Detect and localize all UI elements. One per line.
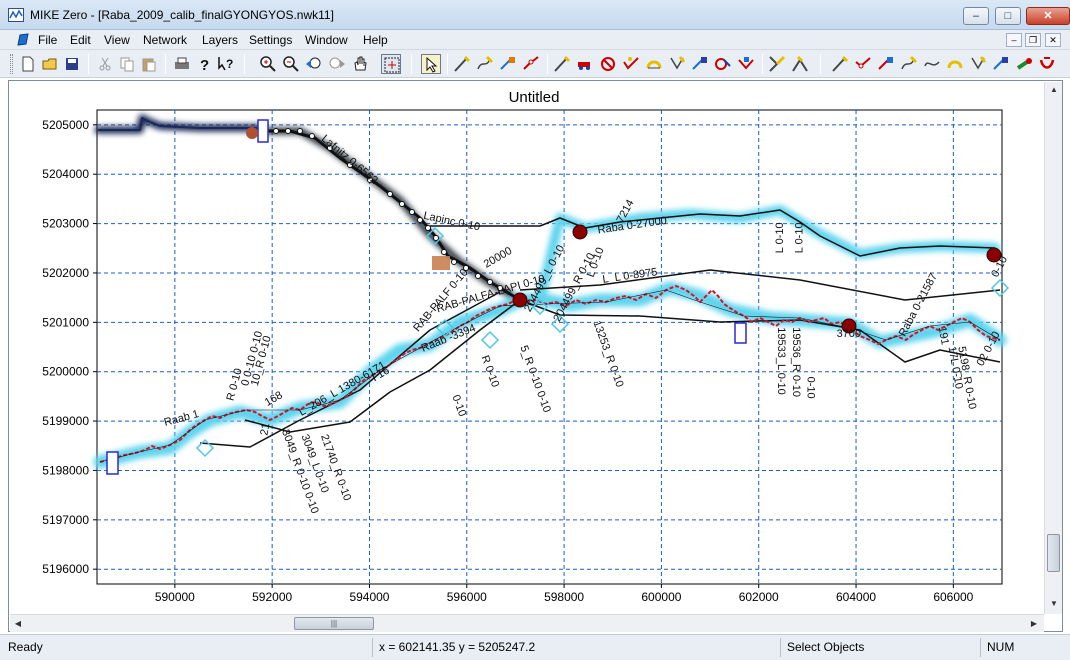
document-title: Untitled: [508, 89, 560, 106]
horizontal-scroll-thumb[interactable]: |||: [294, 617, 374, 630]
toolbar-separator: [165, 54, 166, 74]
add-branch-icon[interactable]: [475, 54, 495, 74]
control-icon[interactable]: [945, 54, 965, 74]
save-icon[interactable]: [62, 54, 82, 74]
toolbar-separator: [411, 54, 412, 74]
mdi-close-button[interactable]: ✕: [1045, 33, 1061, 47]
toolbar-separator: [762, 54, 763, 74]
print-icon[interactable]: [172, 54, 192, 74]
copy-icon[interactable]: [117, 54, 137, 74]
horizontal-scrollbar[interactable]: ◀ ||| ▶: [10, 614, 1044, 632]
split-branch-icon[interactable]: [853, 54, 873, 74]
previous-zoom-icon[interactable]: [304, 54, 324, 74]
select-icon[interactable]: [421, 54, 441, 74]
menu-help[interactable]: Help: [363, 33, 388, 47]
maximize-button[interactable]: □: [995, 7, 1021, 25]
status-bar: Ready x = 602141.35 y = 5205247.2 Select…: [0, 634, 1070, 660]
link-icon[interactable]: [968, 54, 988, 74]
status-num: NUM: [980, 638, 1070, 657]
boundary-icon[interactable]: [767, 54, 787, 74]
mdi-restore-button[interactable]: ❐: [1025, 33, 1041, 47]
gate-icon[interactable]: [667, 54, 687, 74]
merge-branch-icon[interactable]: [790, 54, 810, 74]
catchment-icon[interactable]: [736, 54, 756, 74]
status-ready: Ready: [8, 640, 43, 654]
add-point-icon[interactable]: [452, 54, 472, 74]
pump-icon[interactable]: [644, 54, 664, 74]
add-structure-icon[interactable]: [552, 54, 572, 74]
menu-settings[interactable]: Settings: [249, 33, 292, 47]
svg-text:?: ?: [226, 57, 233, 71]
weir-icon[interactable]: [575, 54, 595, 74]
window-title: MIKE Zero - [Raba_2009_calib_finalGYONGY…: [30, 8, 334, 22]
delete-icon[interactable]: [1037, 54, 1057, 74]
next-zoom-icon[interactable]: [327, 54, 347, 74]
menu-view[interactable]: View: [104, 33, 130, 47]
open-icon[interactable]: [40, 54, 60, 74]
bridge-icon[interactable]: [621, 54, 641, 74]
document-window: Untitled: [8, 80, 1063, 632]
toolbar-separator: [820, 54, 821, 74]
toolbar-separator: [447, 54, 448, 74]
tabulated-icon[interactable]: [899, 54, 919, 74]
toolbar-separator: [547, 54, 548, 74]
minimize-button[interactable]: –: [963, 7, 989, 25]
cut-icon[interactable]: [95, 54, 115, 74]
marker-icon[interactable]: [1014, 54, 1034, 74]
svg-text:?: ?: [200, 57, 209, 74]
dambreak-icon[interactable]: [690, 54, 710, 74]
toolbar: ? ?: [0, 50, 1070, 78]
vertical-scrollbar[interactable]: ▲ ▼: [1044, 82, 1062, 614]
new-icon[interactable]: [18, 54, 38, 74]
menu-bar: File Edit View Network Layers Settings W…: [0, 30, 1070, 50]
menu-window[interactable]: Window: [305, 33, 348, 47]
vertical-scroll-thumb[interactable]: [1047, 534, 1060, 572]
paste-icon[interactable]: [139, 54, 159, 74]
scroll-up-icon[interactable]: ▲: [1045, 82, 1063, 98]
scroll-down-icon[interactable]: ▼: [1045, 596, 1063, 612]
menu-network[interactable]: Network: [143, 33, 187, 47]
help-icon[interactable]: ?: [194, 54, 214, 74]
context-help-icon[interactable]: ?: [216, 54, 236, 74]
zoom-in-icon[interactable]: [258, 54, 278, 74]
culvert-icon[interactable]: [598, 54, 618, 74]
reach-icon[interactable]: [991, 54, 1011, 74]
status-coordinates: x = 602141.35 y = 5205247.2: [372, 638, 780, 657]
toolbar-grip[interactable]: [10, 54, 13, 74]
mike-zero-app-icon: [8, 8, 24, 22]
zoom-out-icon[interactable]: [281, 54, 301, 74]
pan-icon[interactable]: [350, 54, 370, 74]
flip-branch-icon[interactable]: [830, 54, 850, 74]
menu-file[interactable]: File: [38, 33, 57, 47]
menu-edit[interactable]: Edit: [70, 33, 91, 47]
mdi-minimize-button[interactable]: –: [1006, 33, 1022, 47]
route-icon[interactable]: [876, 54, 896, 74]
scroll-left-icon[interactable]: ◀: [10, 615, 26, 633]
energy-loss-icon[interactable]: [922, 54, 942, 74]
close-button[interactable]: ✕: [1026, 7, 1070, 25]
status-mode: Select Objects: [780, 638, 980, 657]
disconnect-icon[interactable]: [521, 54, 541, 74]
toolbar-separator: [244, 54, 245, 74]
document-logo-icon[interactable]: [16, 33, 30, 47]
connect-icon[interactable]: [498, 54, 518, 74]
zoom-extent-icon[interactable]: [381, 54, 401, 74]
title-bar: MIKE Zero - [Raba_2009_calib_finalGYONGY…: [0, 0, 1070, 30]
user-structure-icon[interactable]: [713, 54, 733, 74]
menu-layers[interactable]: Layers: [202, 33, 238, 47]
scroll-right-icon[interactable]: ▶: [1026, 615, 1042, 633]
toolbar-separator: [88, 54, 89, 74]
